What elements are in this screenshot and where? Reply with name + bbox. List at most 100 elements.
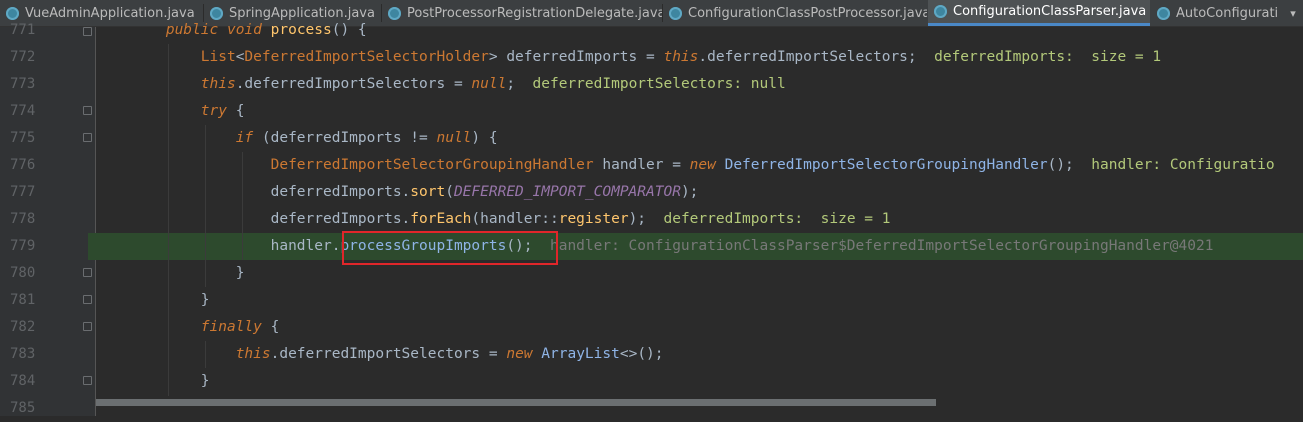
code-text: ); (628, 211, 647, 227)
fold-marker-icon[interactable] (83, 27, 92, 36)
type-name: DeferredImportSelectorHolder (244, 49, 489, 65)
tab-label: ConfigurationClassParser.java (953, 4, 1147, 19)
tab-label: AutoConfigurati (1176, 5, 1279, 21)
code-text: ; (907, 49, 917, 65)
inline-debug-value: 1 (881, 211, 891, 227)
keyword: if (235, 130, 254, 146)
inline-debug-value: 1 (1152, 49, 1162, 65)
code-line-780[interactable]: } (96, 260, 245, 287)
method-name: sort (410, 184, 446, 200)
type-name: DeferredImportSelectorGroupingHandler (270, 157, 594, 173)
editor-bottom-strip (96, 406, 1303, 416)
code-line-779[interactable]: handler.processGroupImports(); handler: … (96, 233, 1214, 260)
code-line-774[interactable]: try { (96, 98, 245, 125)
code-text: (); (1047, 157, 1074, 173)
code-line-771[interactable]: public void process() { (96, 17, 367, 44)
code-text: = (480, 346, 507, 362)
inline-debug-value: deferredImports: (646, 211, 804, 227)
keyword: new (506, 346, 533, 362)
keyword: this (235, 346, 271, 362)
line-number: 779 (10, 238, 36, 254)
java-class-icon (1157, 6, 1170, 20)
fold-marker-icon[interactable] (83, 295, 92, 304)
inline-debug-value: handler: Configuratio (1073, 157, 1275, 173)
line-number: 776 (10, 157, 36, 173)
code-text: ) { (471, 130, 498, 146)
code-text: (deferredImports != (253, 130, 437, 146)
line-number: 780 (10, 265, 36, 281)
method-name: process (270, 22, 332, 38)
tab-auto-configuration[interactable]: AutoConfigurati (1151, 0, 1285, 26)
inline-debug-value: size = (1073, 49, 1153, 65)
code-text: ); (680, 184, 699, 200)
type-name: ArrayList (532, 346, 620, 362)
tab-configuration-class-parser[interactable]: ConfigurationClassParser.java × (928, 0, 1150, 26)
code-line-777[interactable]: deferredImports.sort(DEFERRED_IMPORT_COM… (96, 179, 699, 206)
line-number: 783 (10, 346, 36, 362)
type-name: List (200, 49, 236, 65)
java-class-icon (388, 6, 401, 20)
line-number: 785 (10, 400, 36, 416)
keyword: void (226, 22, 262, 38)
keyword: new (689, 157, 716, 173)
code-text: ; (506, 76, 516, 92)
line-number: 777 (10, 184, 36, 200)
code-text: > (488, 49, 498, 65)
horizontal-scrollbar[interactable] (96, 399, 936, 406)
field-name: deferredImportSelectors (279, 346, 481, 362)
code-text: } (200, 292, 210, 308)
constant-name: DEFERRED_IMPORT_COMPARATOR (453, 184, 681, 200)
fold-marker-icon[interactable] (83, 322, 92, 331)
code-text: { (261, 319, 280, 335)
code-text: . (698, 49, 708, 65)
code-text: deferredImports. (270, 184, 411, 200)
tab-label: PostProcessorRegistrationDelegate.java (407, 5, 662, 21)
code-text: <>(); (619, 346, 664, 362)
code-text: } (200, 373, 210, 389)
code-text: handler = (593, 157, 690, 173)
code-line-773[interactable]: this.deferredImportSelectors = null; def… (96, 71, 786, 98)
fold-marker-icon[interactable] (83, 106, 92, 115)
code-text: (handler:: (471, 211, 559, 227)
java-class-icon (669, 6, 682, 20)
code-text: = (445, 76, 472, 92)
fold-marker-icon[interactable] (83, 133, 92, 142)
code-line-783[interactable]: this.deferredImportSelectors = new Array… (96, 341, 664, 368)
method-name: forEach (410, 211, 472, 227)
line-number: 784 (10, 373, 36, 389)
line-number: 781 (10, 292, 36, 308)
line-number: 778 (10, 211, 36, 227)
line-number: 782 (10, 319, 36, 335)
code-text: { (226, 103, 245, 119)
field-name: deferredImportSelectors (707, 49, 908, 65)
code-text: ( (445, 184, 454, 200)
keyword: null (436, 130, 472, 146)
code-text: handler. (270, 238, 341, 254)
field-name: deferredImportSelectors (244, 76, 446, 92)
code-text: () { (331, 22, 367, 38)
inline-debug-value: size = (803, 211, 882, 227)
code-line-776[interactable]: DeferredImportSelectorGroupingHandler ha… (96, 152, 1275, 179)
code-line-772[interactable]: List<DeferredImportSelectorHolder> defer… (96, 44, 1161, 71)
method-reference: register (558, 211, 629, 227)
type-name: DeferredImportSelectorGroupingHandler (715, 157, 1048, 173)
keyword: this (663, 49, 699, 65)
line-number: 772 (10, 49, 36, 65)
code-line-775[interactable]: if (deferredImports != null) { (96, 125, 498, 152)
tab-post-processor-registration-delegate[interactable]: PostProcessorRegistrationDelegate.java × (382, 0, 662, 26)
fold-marker-icon[interactable] (83, 376, 92, 385)
code-line-782[interactable]: finally { (96, 314, 280, 341)
fold-marker-icon[interactable] (83, 268, 92, 277)
line-number: 774 (10, 103, 36, 119)
tab-configuration-class-post-processor[interactable]: ConfigurationClassPostProcessor.java × (663, 0, 927, 26)
tab-label: ConfigurationClassPostProcessor.java (688, 5, 927, 21)
code-line-781[interactable]: } (96, 287, 210, 314)
line-number: 771 (10, 22, 36, 38)
keyword: try (200, 103, 227, 119)
code-line-778[interactable]: deferredImports.forEach(handler::registe… (96, 206, 891, 233)
keyword: null (471, 76, 507, 92)
tab-overflow-icon[interactable]: ▾ (1283, 0, 1303, 26)
line-number: 773 (10, 76, 36, 92)
code-line-784[interactable]: } (96, 368, 210, 395)
java-class-icon (934, 5, 947, 18)
